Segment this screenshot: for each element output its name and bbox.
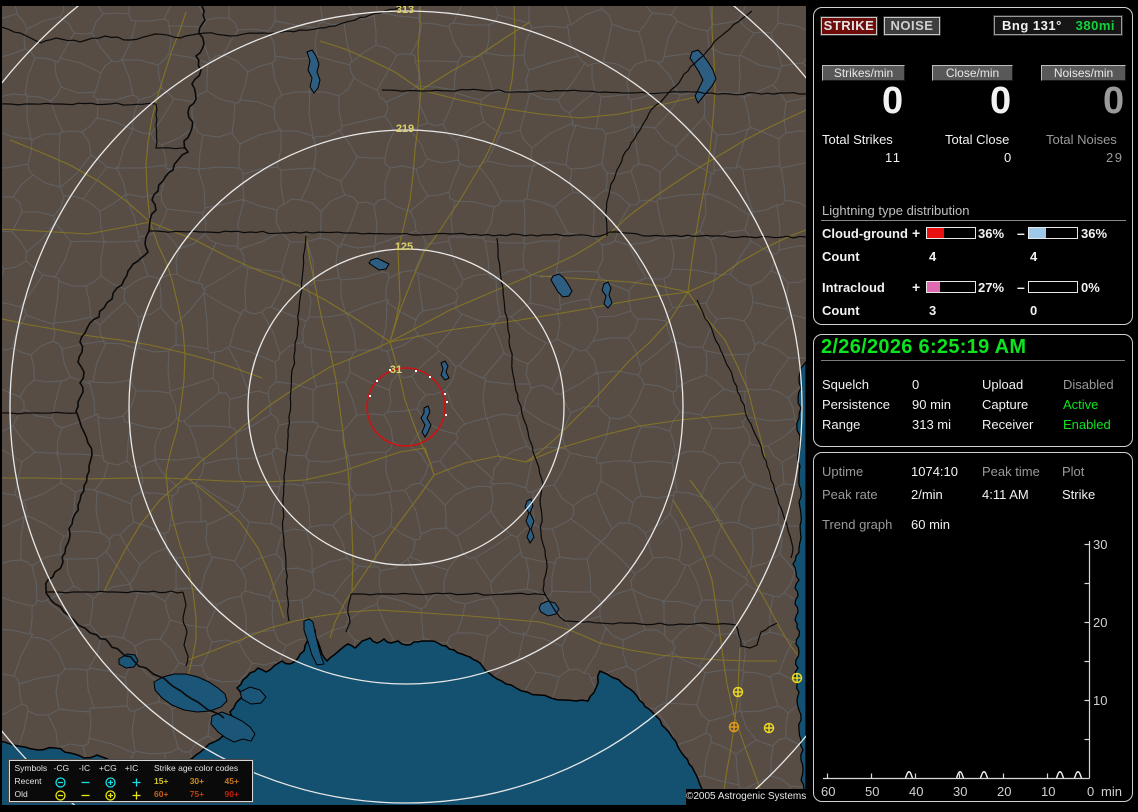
svg-text:50: 50 <box>865 784 879 799</box>
svg-text:125: 125 <box>395 241 413 253</box>
svg-text:31: 31 <box>390 364 402 376</box>
svg-text:10: 10 <box>1093 693 1107 708</box>
svg-text:20: 20 <box>1093 615 1107 630</box>
svg-text:20: 20 <box>997 784 1011 799</box>
svg-text:10: 10 <box>1041 784 1055 799</box>
svg-text:min: min <box>1101 784 1122 799</box>
svg-text:60: 60 <box>821 784 835 799</box>
svg-text:30: 30 <box>1093 537 1107 552</box>
svg-text:313: 313 <box>396 6 414 16</box>
svg-text:30: 30 <box>953 784 967 799</box>
svg-text:0: 0 <box>1087 784 1094 799</box>
svg-text:40: 40 <box>909 784 923 799</box>
svg-text:219: 219 <box>396 123 414 135</box>
